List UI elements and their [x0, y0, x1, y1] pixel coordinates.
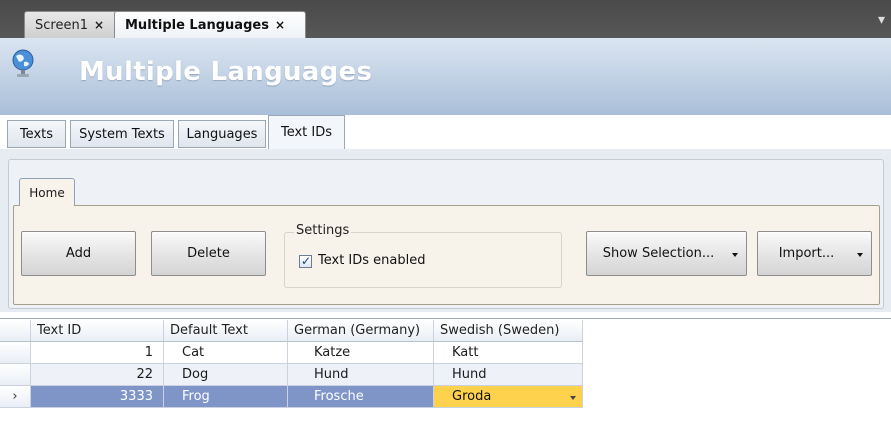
import-button[interactable]: Import...	[757, 231, 872, 276]
page-title: Multiple Languages	[79, 57, 373, 87]
add-button[interactable]: Add	[21, 231, 136, 276]
import-label: Import...	[778, 246, 835, 261]
show-selection-button[interactable]: Show Selection...	[586, 231, 747, 276]
cell-default-text[interactable]: Dog	[164, 364, 288, 386]
cell-swedish[interactable]: Katt	[434, 342, 583, 364]
checkmark-icon: ✓	[301, 254, 312, 268]
row-header-corner	[0, 320, 31, 342]
text-ids-enabled-label[interactable]: Text IDs enabled	[318, 253, 426, 268]
cell-text-id[interactable]: 1	[31, 342, 164, 364]
cell-text-id[interactable]: 22	[31, 364, 164, 386]
delete-button[interactable]: Delete	[151, 231, 266, 276]
cell-german[interactable]: Frosche	[288, 386, 434, 408]
globe-icon	[12, 49, 34, 77]
row-header[interactable]	[0, 364, 31, 386]
tab-text-ids[interactable]: Text IDs	[268, 115, 345, 149]
doc-tab-label: Screen1	[35, 17, 88, 33]
tab-texts[interactable]: Texts	[7, 120, 66, 148]
column-header-german[interactable]: German (Germany)	[288, 320, 434, 342]
column-header-default-text[interactable]: Default Text	[164, 320, 288, 342]
dropdown-arrow-icon	[857, 253, 863, 257]
doc-tab-multiple-languages[interactable]: Multiple Languages ×	[114, 11, 306, 38]
cell-german[interactable]: Hund	[288, 364, 434, 386]
cell-default-text[interactable]: Frog	[164, 386, 288, 408]
tab-system-texts[interactable]: System Texts	[70, 120, 174, 148]
cell-german[interactable]: Katze	[288, 342, 434, 364]
settings-group-title: Settings	[294, 223, 352, 238]
column-header-text-id[interactable]: Text ID	[31, 320, 164, 342]
show-selection-label: Show Selection...	[602, 246, 715, 261]
document-tab-strip: Screen1 × Multiple Languages × ▾	[0, 0, 891, 38]
delete-button-label: Delete	[187, 246, 230, 261]
add-button-label: Add	[65, 246, 92, 261]
ribbon-tab-home[interactable]: Home	[19, 178, 75, 206]
section-tab-bar: Texts System Texts Languages Text IDs	[0, 115, 891, 150]
close-icon[interactable]: ×	[275, 18, 285, 32]
cell-text-id[interactable]: 3333	[31, 386, 164, 408]
text-ids-enabled-checkbox[interactable]: ✓	[299, 254, 312, 268]
cell-swedish[interactable]: Hund	[434, 364, 583, 386]
dropdown-arrow-icon[interactable]	[570, 396, 576, 400]
dropdown-arrow-icon	[732, 253, 738, 257]
column-header-swedish[interactable]: Swedish (Sweden)	[434, 320, 583, 342]
cell-swedish-current[interactable]: Groda	[434, 386, 583, 408]
cell-default-text[interactable]: Cat	[164, 342, 288, 364]
row-header[interactable]	[0, 342, 31, 364]
tab-list-arrow-icon[interactable]: ▾	[878, 12, 885, 28]
doc-tab-screen1[interactable]: Screen1 ×	[24, 11, 116, 38]
cell-swedish-value: Groda	[452, 389, 492, 404]
row-indicator-icon[interactable]: ›	[0, 386, 31, 408]
tab-languages[interactable]: Languages	[178, 120, 266, 148]
doc-tab-label: Multiple Languages	[125, 17, 269, 33]
close-icon[interactable]: ×	[94, 18, 104, 32]
